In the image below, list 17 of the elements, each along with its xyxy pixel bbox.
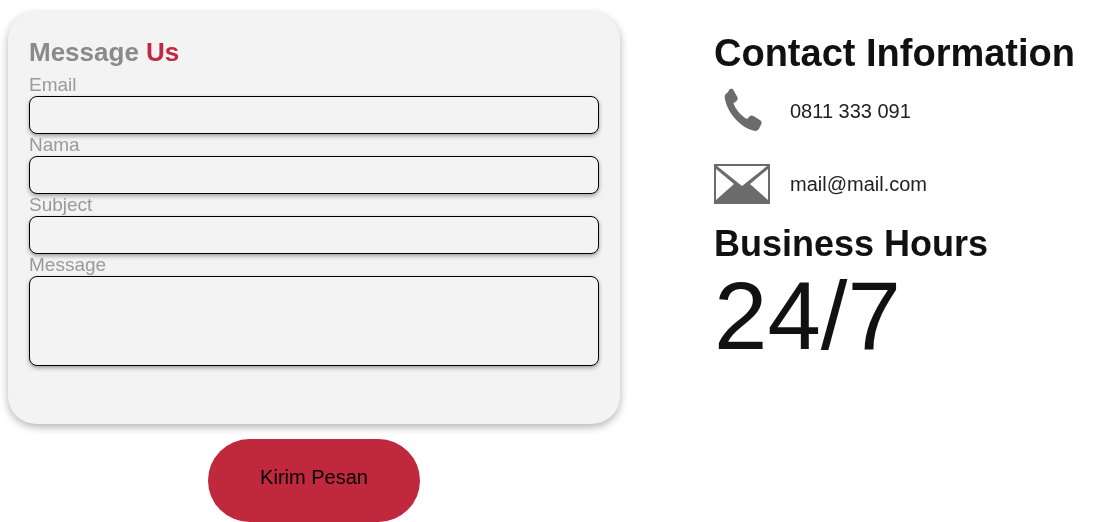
contact-title: Contact Information	[714, 31, 1075, 76]
field-label: Nama	[29, 134, 81, 156]
form-title-accent: Us	[146, 37, 180, 67]
form-title: Message	[29, 37, 139, 67]
email-address: mail@mail.com	[790, 172, 927, 197]
field-label: Email	[29, 74, 78, 96]
phone-number: 0811 333 091	[790, 99, 911, 124]
hours-title: Business Hours	[714, 222, 990, 266]
field-label: Message	[29, 254, 108, 276]
mail-icon	[714, 164, 770, 204]
input-field[interactable]	[29, 156, 599, 194]
field-label: Subject	[29, 194, 94, 216]
input-field[interactable]	[29, 96, 599, 134]
hours-value: 24/7	[714, 266, 902, 366]
input-field[interactable]	[29, 216, 599, 254]
submit-button[interactable]: Kirim Pesan	[208, 439, 420, 522]
message-field[interactable]	[29, 276, 599, 366]
